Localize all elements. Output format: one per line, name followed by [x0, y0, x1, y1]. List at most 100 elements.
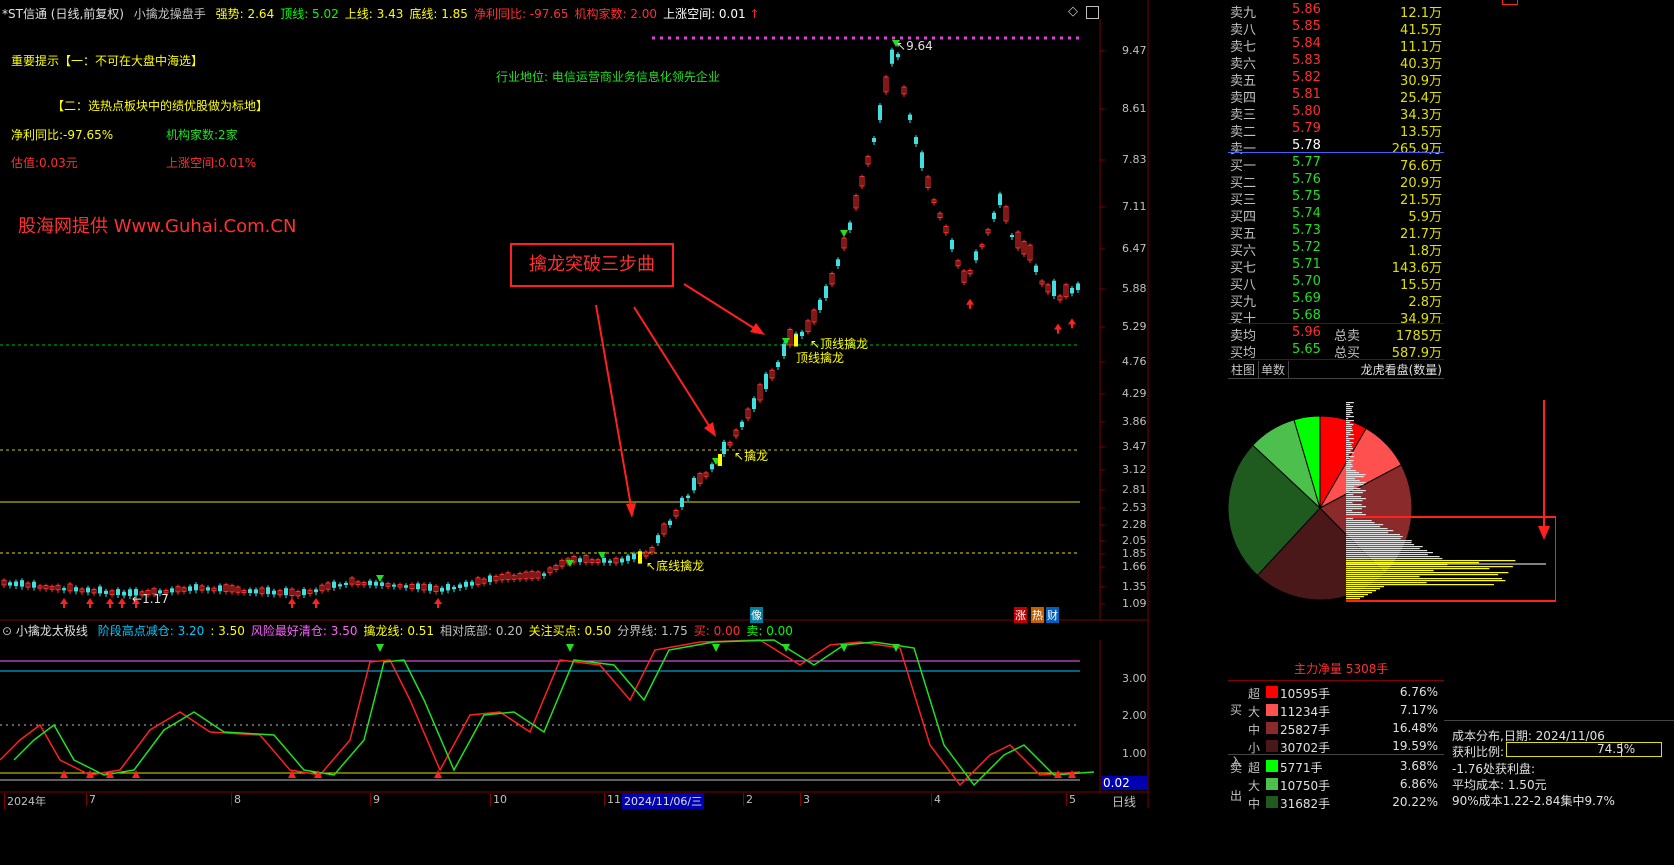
sub-sell-arrow-icon: [566, 644, 574, 652]
sell-row[interactable]: 卖五 5.82 30.9万: [1228, 70, 1444, 89]
chip-bar: [1346, 436, 1349, 438]
candle-body: [626, 555, 630, 561]
tab-order-count[interactable]: 单数: [1258, 361, 1290, 378]
chip-bar: [1346, 500, 1363, 502]
main-chart-area[interactable]: *ST信通 (日线,前复权) 小擒龙操盘手 强势: 2.64 顶线: 5.02 上线…: [0, 0, 1226, 864]
sell-row[interactable]: 卖四 5.81 25.4万: [1228, 87, 1444, 106]
tab-bar-chart[interactable]: 柱图: [1228, 361, 1260, 378]
avg-sell-value: 5.96: [1292, 325, 1321, 340]
flow-percent: 3.68%: [1399, 759, 1438, 773]
flow-row: 中 31682手 20.22%: [1242, 793, 1444, 811]
price-tick-label: 9.47: [1122, 44, 1147, 57]
sell-row[interactable]: 卖六 5.83 40.3万: [1228, 53, 1444, 72]
sell-marker-icon: [376, 575, 384, 582]
flow-swatch: [1266, 760, 1278, 772]
price-tick-label: 8.61: [1122, 102, 1147, 115]
candle-body: [452, 586, 456, 590]
price-tick-label: 6.47: [1122, 242, 1147, 255]
candlestick-chart[interactable]: [0, 0, 1150, 808]
ob-price: 5.82: [1292, 70, 1321, 85]
chip-bar: [1346, 536, 1403, 538]
candle-body: [338, 584, 342, 587]
ob-price: 5.76: [1292, 172, 1321, 187]
buy-row[interactable]: 买一 5.77 76.6万: [1228, 155, 1444, 174]
flow-percent: 6.76%: [1399, 685, 1438, 699]
sell-row[interactable]: 卖一 5.78 265.9万: [1228, 138, 1444, 157]
chip-bar: [1346, 428, 1353, 430]
cost-line3: 平均成本: 1.50元: [1452, 778, 1547, 792]
sell-row[interactable]: 卖二 5.79 13.5万: [1228, 121, 1444, 140]
chip-bar: [1346, 484, 1364, 486]
period-label[interactable]: 日线: [1112, 793, 1136, 810]
corner-icon[interactable]: [1502, 0, 1518, 5]
tag-zhang[interactable]: 涨: [1014, 607, 1027, 623]
cost-panel: 成本分布,日期: 2024/11/06 获利比例: 74.5% -1.76处获利…: [1444, 720, 1674, 865]
chip-bar: [1346, 520, 1372, 522]
flow-amount: 5771手: [1280, 761, 1323, 775]
flow-row: 中 25827手 16.48%: [1242, 719, 1444, 737]
candles: [1, 40, 1080, 608]
chip-bar: [1346, 518, 1354, 520]
buy-row[interactable]: 买六 5.72 1.8万: [1228, 240, 1444, 259]
chip-bar: [1346, 522, 1375, 524]
price-tick-label: 2.05: [1122, 534, 1147, 547]
dragon-bar: [718, 454, 722, 466]
chip-bar: [1346, 582, 1427, 584]
ob-price: 5.80: [1292, 104, 1321, 119]
buy-row[interactable]: 买二 5.76 20.9万: [1228, 172, 1444, 191]
date-tick-label: 2: [743, 793, 753, 806]
industry-note: 行业地位: 电信运营商业务信息化领先企业: [496, 70, 720, 84]
indicator-name: 小擒龙操盘手: [133, 7, 206, 21]
flow-row: 大 10750手 6.86%: [1242, 775, 1444, 793]
ob-price: 5.86: [1292, 2, 1321, 17]
candle-body: [824, 286, 828, 298]
chip-bar: [1346, 470, 1356, 472]
tag-xiang[interactable]: 像: [750, 607, 763, 623]
price-tick-label: 3.86: [1122, 415, 1147, 428]
buy-row[interactable]: 买四 5.74 5.9万: [1228, 206, 1444, 225]
sub-header-item: 买: 0.00: [693, 624, 741, 638]
chip-arrow-head: [1538, 526, 1550, 540]
buy-row[interactable]: 买三 5.75 21.5万: [1228, 189, 1444, 208]
tag-hot[interactable]: 热: [1031, 607, 1044, 623]
window-icon[interactable]: [1086, 6, 1099, 19]
chip-bar: [1346, 512, 1363, 514]
profit-value: 74.5%: [1597, 742, 1636, 756]
chip-bar: [1346, 410, 1352, 412]
sell-row[interactable]: 卖九 5.86 12.1万: [1228, 2, 1444, 21]
chip-bar: [1346, 448, 1353, 450]
sub-sell-arrow-icon: [782, 644, 790, 652]
candle-body: [950, 239, 954, 250]
tag-cai[interactable]: 财: [1046, 607, 1059, 623]
sub-settings-icon[interactable]: ⊙: [2, 624, 12, 638]
tab-dragon-tiger[interactable]: 龙虎看盘(数量): [1361, 361, 1442, 378]
candle-body: [848, 222, 852, 230]
buy-row[interactable]: 买八 5.70 15.5万: [1228, 274, 1444, 293]
ob-price: 5.79: [1292, 121, 1321, 136]
header-item: 净利同比: -97.65: [473, 7, 569, 21]
sell-row[interactable]: 卖八 5.85 41.5万: [1228, 19, 1444, 38]
ob-price: 5.71: [1292, 257, 1321, 272]
candle-body: [470, 581, 474, 586]
sell-row[interactable]: 卖三 5.80 34.3万: [1228, 104, 1444, 123]
buy-row[interactable]: 买七 5.71 143.6万: [1228, 257, 1444, 276]
header-item: 顶线: 5.02: [280, 7, 339, 21]
chip-bar: [1346, 506, 1366, 508]
chip-bar: [1346, 492, 1363, 494]
chip-bar: [1346, 596, 1364, 598]
buy-row[interactable]: 买五 5.73 21.7万: [1228, 223, 1444, 242]
sub-header-item: 分界线: 1.75: [617, 624, 688, 638]
candle-body: [872, 138, 876, 142]
chip-bar: [1346, 556, 1440, 558]
sell-out-text: 卖出: [1230, 761, 1243, 803]
chip-bar: [1346, 526, 1381, 528]
chip-bar: [1346, 580, 1506, 582]
header-item: 上线: 3.43: [344, 7, 404, 21]
sell-row[interactable]: 卖七 5.84 11.1万: [1228, 36, 1444, 55]
buy-row[interactable]: 买九 5.69 2.8万: [1228, 291, 1444, 310]
chip-bars: [1346, 402, 1546, 600]
candle-body: [332, 581, 336, 588]
ob-price: 5.75: [1292, 189, 1321, 204]
candle-body: [764, 373, 768, 389]
diamond-icon[interactable]: ◇: [1068, 4, 1078, 19]
